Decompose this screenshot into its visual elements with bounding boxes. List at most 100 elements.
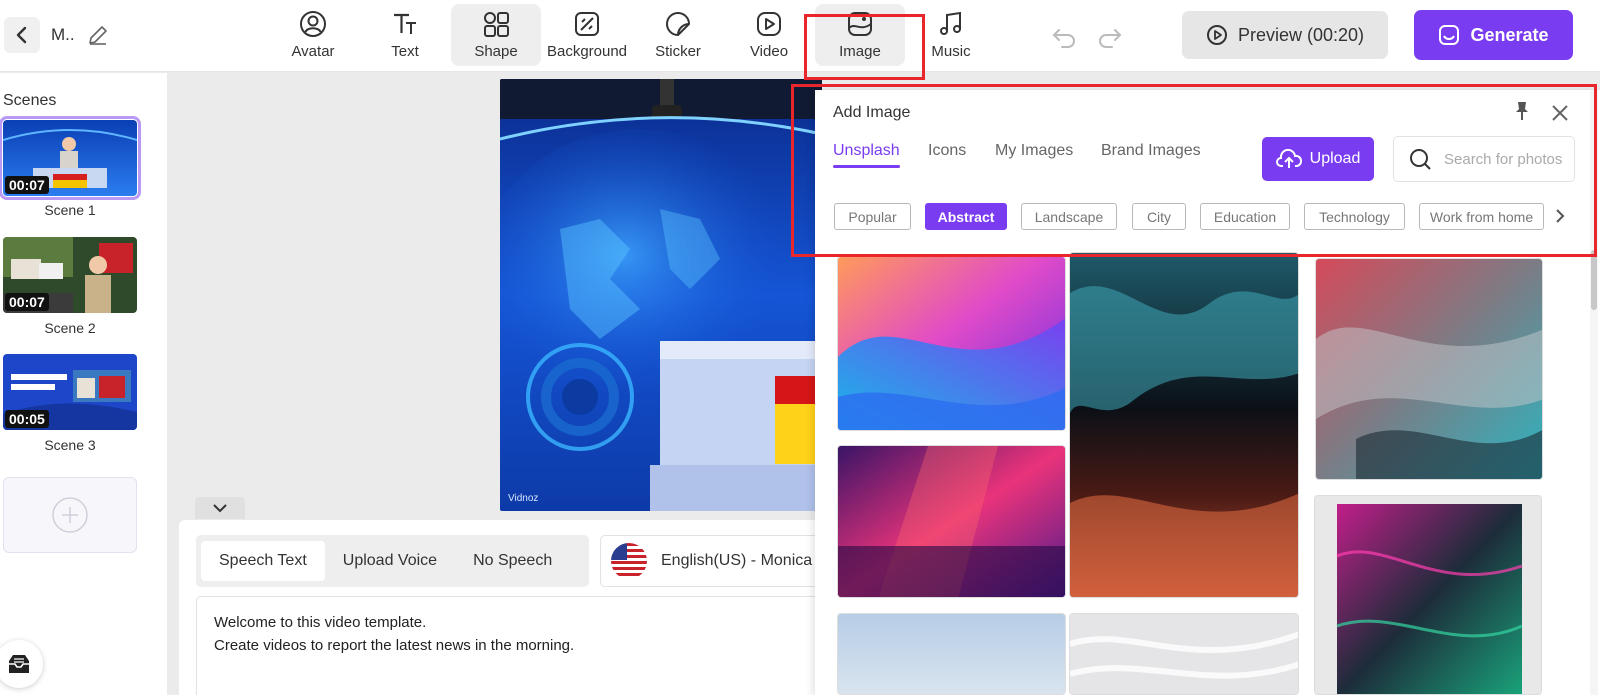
tool-background[interactable]: Background bbox=[542, 4, 632, 66]
tool-label: Background bbox=[546, 43, 628, 60]
tool-label: Video bbox=[749, 43, 789, 60]
add-scene-button[interactable] bbox=[3, 477, 137, 553]
inbox-icon bbox=[9, 655, 29, 673]
cloud-upload-icon bbox=[1275, 148, 1302, 168]
tool-image[interactable]: Image bbox=[815, 4, 905, 66]
chip-work-from-home[interactable]: Work from home bbox=[1419, 203, 1544, 230]
tool-sticker[interactable]: Sticker bbox=[633, 4, 723, 66]
chip-technology[interactable]: Technology bbox=[1304, 203, 1405, 230]
us-flag-icon bbox=[611, 543, 647, 579]
tab-speech-text[interactable]: Speech Text bbox=[201, 541, 325, 581]
speech-tabs: Speech Text Upload Voice No Speech bbox=[196, 535, 589, 587]
photo-search-box[interactable] bbox=[1393, 136, 1575, 182]
speech-line: Welcome to this video template. bbox=[214, 614, 427, 631]
music-icon bbox=[940, 11, 961, 35]
scene-duration: 00:07 bbox=[5, 293, 49, 311]
image-result[interactable] bbox=[1315, 258, 1543, 480]
panel-scrollbar[interactable] bbox=[1590, 90, 1598, 695]
speech-line: Create videos to report the latest news … bbox=[214, 637, 575, 654]
news-studio-scene: Vidnoz bbox=[500, 79, 822, 511]
add-image-panel: Add Image Unsplash Icons My Images Brand… bbox=[815, 90, 1600, 695]
tab-icons[interactable]: Icons bbox=[928, 142, 966, 160]
generate-label: Generate bbox=[1470, 24, 1549, 45]
tool-video[interactable]: Video bbox=[724, 4, 814, 66]
image-result[interactable] bbox=[837, 256, 1066, 431]
abstract-wave-image bbox=[838, 257, 1065, 430]
chevron-left-icon bbox=[16, 26, 27, 44]
scrollbar-thumb[interactable] bbox=[1591, 250, 1597, 310]
chip-popular[interactable]: Popular bbox=[834, 203, 911, 230]
project-title[interactable]: M.. bbox=[51, 25, 75, 45]
tool-label: Avatar bbox=[291, 43, 335, 60]
scenes-sidebar: Scenes 00:07 Scene 1 00:07 Scene 2 00:05… bbox=[0, 73, 167, 695]
tool-shape[interactable]: Shape bbox=[451, 4, 541, 66]
collapse-panel-button[interactable] bbox=[195, 497, 245, 519]
scene-thumbnail-1[interactable]: 00:07 bbox=[0, 116, 141, 200]
avatar-icon bbox=[300, 11, 326, 37]
scene-thumbnail-3[interactable]: 00:05 bbox=[3, 354, 137, 430]
abstract-pink-image bbox=[838, 446, 1065, 597]
tab-my-images[interactable]: My Images bbox=[995, 142, 1073, 160]
image-result[interactable] bbox=[837, 445, 1066, 598]
search-icon bbox=[1410, 149, 1431, 170]
speech-text-area[interactable]: Welcome to this video template. Create v… bbox=[196, 596, 856, 695]
plus-circle-icon bbox=[52, 497, 88, 533]
tool-label: Sticker bbox=[655, 43, 701, 60]
preview-button[interactable]: Preview (00:20) bbox=[1182, 11, 1388, 59]
image-result[interactable] bbox=[837, 613, 1066, 695]
tab-upload-voice[interactable]: Upload Voice bbox=[325, 541, 455, 581]
image-result[interactable] bbox=[1069, 613, 1299, 695]
category-chips: Popular Abstract Landscape City Educatio… bbox=[834, 203, 1544, 231]
pin-icon[interactable] bbox=[1511, 100, 1533, 122]
abstract-ink-image bbox=[1316, 259, 1542, 479]
text-icon bbox=[394, 13, 416, 34]
tool-text[interactable]: Text bbox=[360, 4, 450, 66]
scenes-title: Scenes bbox=[3, 92, 57, 109]
scene-name: Scene 2 bbox=[44, 320, 96, 336]
image-result[interactable] bbox=[1069, 252, 1299, 598]
redo-icon[interactable] bbox=[1096, 22, 1124, 50]
abstract-silver-image bbox=[1070, 614, 1298, 694]
tool-avatar[interactable]: Avatar bbox=[268, 4, 358, 66]
tab-no-speech[interactable]: No Speech bbox=[455, 541, 570, 581]
chip-landscape[interactable]: Landscape bbox=[1021, 203, 1117, 230]
generate-icon bbox=[1439, 25, 1460, 45]
tool-label: Shape bbox=[474, 43, 518, 60]
tool-music[interactable]: Music bbox=[906, 4, 996, 66]
scene-name: Scene 3 bbox=[44, 437, 96, 453]
chevron-right-icon[interactable] bbox=[1550, 204, 1570, 228]
scene-duration: 00:05 bbox=[5, 410, 49, 428]
voice-name: English(US) - Monica bbox=[661, 552, 813, 569]
tab-unsplash[interactable]: Unsplash bbox=[833, 142, 900, 168]
video-canvas[interactable]: Vidnoz bbox=[500, 79, 822, 511]
chip-city[interactable]: City bbox=[1132, 203, 1186, 230]
upload-label: Upload bbox=[1309, 150, 1361, 167]
tab-brand-images[interactable]: Brand Images bbox=[1101, 142, 1201, 160]
undo-icon[interactable] bbox=[1050, 22, 1078, 50]
pencil-icon[interactable] bbox=[86, 23, 110, 47]
shape-icon bbox=[484, 12, 509, 37]
chip-education[interactable]: Education bbox=[1200, 203, 1290, 230]
tool-label: Music bbox=[931, 43, 971, 60]
scene-duration: 00:07 bbox=[5, 176, 49, 194]
abstract-feather-image bbox=[1315, 496, 1541, 694]
image-result[interactable] bbox=[1314, 495, 1542, 695]
sticker-icon bbox=[666, 12, 690, 36]
video-icon bbox=[757, 12, 781, 36]
search-input[interactable] bbox=[1444, 150, 1574, 168]
background-icon bbox=[575, 12, 599, 36]
panel-title: Add Image bbox=[833, 104, 911, 121]
svg-text:Vidnoz: Vidnoz bbox=[508, 493, 538, 504]
generate-button[interactable]: Generate bbox=[1414, 10, 1573, 60]
chevron-down-icon bbox=[213, 504, 227, 513]
upload-button[interactable]: Upload bbox=[1262, 137, 1374, 181]
close-icon[interactable] bbox=[1549, 102, 1571, 124]
scene-thumbnail-2[interactable]: 00:07 bbox=[3, 237, 137, 313]
top-toolbar: M.. Avatar Text Shape Background Sticker… bbox=[0, 0, 1600, 72]
abstract-sky-image bbox=[838, 614, 1065, 694]
back-button[interactable] bbox=[4, 17, 40, 53]
abstract-smoke-image bbox=[1070, 253, 1298, 597]
chip-abstract[interactable]: Abstract bbox=[925, 203, 1007, 230]
scene-name: Scene 1 bbox=[44, 202, 96, 218]
image-icon bbox=[848, 12, 872, 36]
